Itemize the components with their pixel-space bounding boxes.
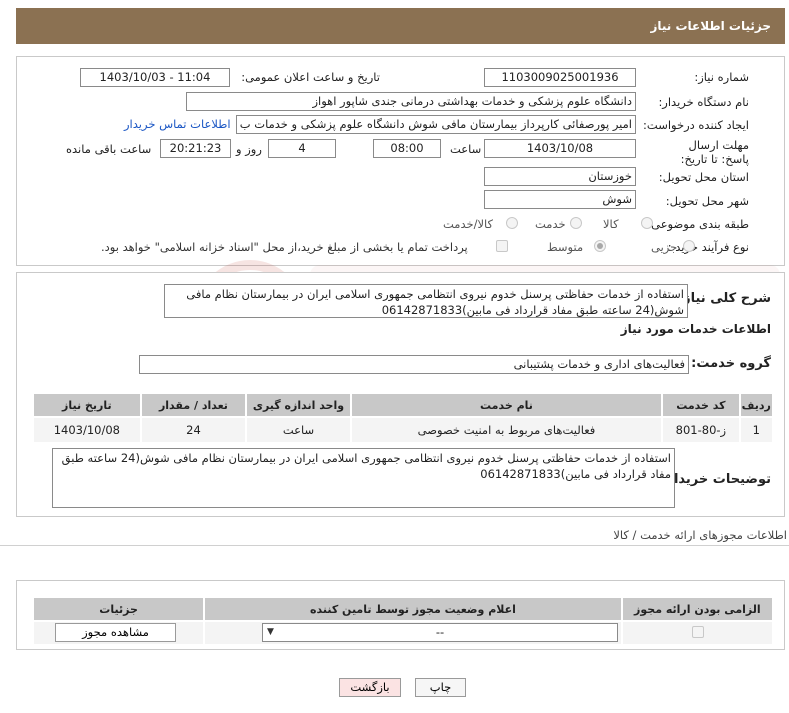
treasury-payment-note: پرداخت تمام یا بخشی از مبلغ خرید،از محل …	[101, 240, 468, 254]
city-field: شوش	[484, 190, 636, 209]
page-title: جزئیات اطلاعات نیاز	[650, 19, 771, 33]
remaining-time-label: ساعت باقی مانده	[66, 142, 152, 156]
announce-datetime-label: تاریخ و ساعت اعلان عمومی:	[241, 70, 380, 84]
category-option-goods: کالا	[603, 217, 619, 231]
services-table: ردیف کد خدمت نام خدمت واحد اندازه گیری ت…	[32, 392, 775, 444]
permit-status-value: --	[435, 625, 445, 639]
chevron-down-icon: ▼	[267, 627, 274, 637]
buyer-org-label: نام دستگاه خریدار:	[658, 95, 749, 109]
summary-textarea[interactable]: استفاده از خدمات حفاظتی پرسنل خدوم نیروی…	[164, 284, 688, 318]
deadline-time-field: 08:00	[373, 139, 441, 158]
creator-label: ایجاد کننده درخواست:	[643, 118, 749, 132]
permit-required-checkbox	[692, 626, 704, 638]
deadline-date-field: 1403/10/08	[484, 139, 636, 158]
city-label: شهر محل تحویل:	[665, 194, 749, 208]
cell-row: 1	[738, 416, 775, 444]
col-need-date: تاریخ نیاز	[32, 392, 142, 418]
buyer-contact-link[interactable]: اطلاعات تماس خریدار	[124, 117, 231, 131]
cell-service-name: فعالیت‌های مربوط به امنیت خصوصی	[349, 416, 664, 444]
service-group-label: گروه خدمت:	[691, 356, 771, 371]
category-radio-goods-service[interactable]	[506, 217, 518, 229]
buyer-notes-textarea[interactable]: استفاده از خدمات حفاظتی پرسنل خدوم نیروی…	[52, 448, 675, 508]
province-field: خوزستان	[484, 167, 636, 186]
deadline-time-label: ساعت	[450, 142, 482, 156]
province-label: استان محل تحویل:	[658, 170, 749, 184]
permits-divider	[0, 545, 789, 546]
purchase-type-label: نوع فرآیند خرید :	[667, 240, 749, 254]
table-row: 1 ز-80-801 فعالیت‌های مربوط به امنیت خصو…	[32, 416, 775, 444]
page-header: جزئیات اطلاعات نیاز	[16, 8, 785, 44]
deadline-label: مهلت ارسال پاسخ: تا تاریخ:	[680, 138, 749, 166]
col-service-code: کد خدمت	[661, 392, 741, 418]
need-number-label: شماره نیاز:	[694, 70, 749, 84]
col-permit-details: جزئیات	[31, 596, 206, 622]
category-label: طبقه بندی موضوعی:	[647, 217, 749, 231]
col-quantity: تعداد / مقدار	[139, 392, 248, 418]
cell-service-code: ز-80-801	[661, 416, 741, 444]
back-button[interactable]: بازگشت	[339, 678, 401, 697]
col-permit-required: الزامی بودن ارائه مجوز	[620, 596, 775, 622]
permits-section-title: اطلاعات مجوزهای ارائه خدمت / کالا	[613, 528, 787, 542]
cell-unit: ساعت	[245, 416, 352, 444]
permit-status-select[interactable]: -- ▼	[262, 623, 618, 642]
buyer-notes-label: توضیحات خریدار:	[661, 472, 771, 487]
service-group-field: فعالیت‌های اداری و خدمات پشتیبانی	[139, 355, 689, 374]
purchase-radio-medium[interactable]	[594, 240, 606, 252]
category-radio-service[interactable]	[570, 217, 582, 229]
purchase-radio-minor[interactable]	[683, 240, 695, 252]
summary-label: شرح کلی نیاز:	[677, 291, 771, 306]
col-unit: واحد اندازه گیری	[245, 392, 352, 418]
col-row: ردیف	[738, 392, 775, 418]
cell-need-date: 1403/10/08	[32, 416, 142, 444]
creator-field: امیر پورصفائی کارپرداز بیمارستان مافی شو…	[236, 115, 636, 134]
category-option-goods-service: کالا/خدمت	[443, 217, 494, 231]
remaining-time-field: 20:21:23	[160, 139, 231, 158]
view-permit-button[interactable]: مشاهده مجوز	[55, 623, 176, 642]
print-button[interactable]: چاپ	[415, 678, 466, 697]
services-section-title: اطلاعات خدمات مورد نیاز	[620, 322, 771, 336]
days-label: روز و	[236, 142, 262, 156]
announce-datetime-field: 1403/10/03 - 11:04	[80, 68, 230, 87]
col-permit-status: اعلام وضعیت مجوز توسط تامین کننده	[203, 596, 623, 622]
purchase-option-minor: جزیی	[651, 240, 678, 254]
purchase-option-medium: متوسط	[547, 240, 584, 254]
buyer-org-field: دانشگاه علوم پزشکی و خدمات بهداشتی درمان…	[186, 92, 636, 111]
treasury-payment-checkbox[interactable]	[496, 240, 508, 252]
cell-quantity: 24	[139, 416, 248, 444]
days-remaining-field: 4	[268, 139, 336, 158]
col-service-name: نام خدمت	[349, 392, 664, 418]
need-number-field: 1103009025001936	[484, 68, 636, 87]
category-option-service: خدمت	[535, 217, 566, 231]
category-radio-goods[interactable]	[641, 217, 653, 229]
